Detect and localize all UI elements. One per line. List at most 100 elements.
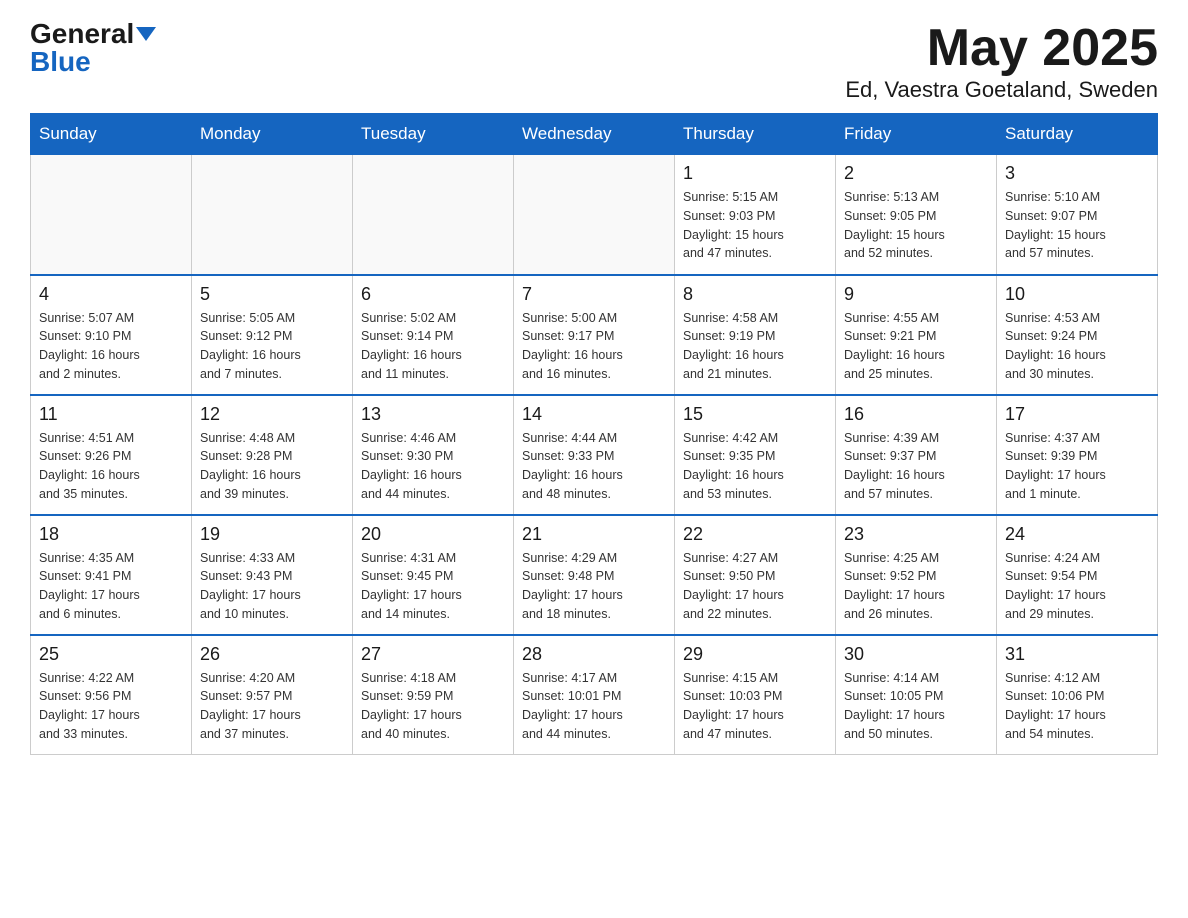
day-number: 2 (844, 163, 988, 184)
day-info: Sunrise: 4:27 AMSunset: 9:50 PMDaylight:… (683, 549, 827, 624)
calendar-week-row: 18 Sunrise: 4:35 AMSunset: 9:41 PMDayligh… (31, 515, 1158, 635)
day-info: Sunrise: 4:58 AMSunset: 9:19 PMDaylight:… (683, 309, 827, 384)
calendar-cell: 3Sunrise: 5:10 AMSunset: 9:07 PMDaylight… (997, 155, 1158, 275)
day-info: Sunrise: 4:44 AMSunset: 9:33 PMDaylight:… (522, 429, 666, 504)
calendar-cell: 4 Sunrise: 5:07 AMSunset: 9:10 PMDaylight… (31, 275, 192, 395)
day-info: Sunrise: 4:22 AMSunset: 9:56 PMDaylight:… (39, 669, 183, 744)
calendar-cell (192, 155, 353, 275)
day-number: 23 (844, 524, 988, 545)
calendar-cell: 30Sunrise: 4:14 AMSunset: 10:05 PMDaylig… (836, 635, 997, 755)
calendar-cell: 15 Sunrise: 4:42 AMSunset: 9:35 PMDayligh… (675, 395, 836, 515)
day-info: Sunrise: 4:51 AMSunset: 9:26 PMDaylight:… (39, 429, 183, 504)
calendar-cell: 12 Sunrise: 4:48 AMSunset: 9:28 PMDayligh… (192, 395, 353, 515)
day-number: 28 (522, 644, 666, 665)
day-info: Sunrise: 4:25 AMSunset: 9:52 PMDaylight:… (844, 549, 988, 624)
day-info: Sunrise: 5:05 AMSunset: 9:12 PMDaylight:… (200, 309, 344, 384)
day-number: 31 (1005, 644, 1149, 665)
calendar-cell: 6Sunrise: 5:02 AMSunset: 9:14 PMDaylight… (353, 275, 514, 395)
day-number: 18 (39, 524, 183, 545)
day-info: Sunrise: 4:31 AMSunset: 9:45 PMDaylight:… (361, 549, 505, 624)
calendar-cell: 8 Sunrise: 4:58 AMSunset: 9:19 PMDaylight… (675, 275, 836, 395)
day-number: 19 (200, 524, 344, 545)
calendar-cell: 26 Sunrise: 4:20 AMSunset: 9:57 PMDayligh… (192, 635, 353, 755)
day-info: Sunrise: 4:46 AMSunset: 9:30 PMDaylight:… (361, 429, 505, 504)
day-info: Sunrise: 4:18 AMSunset: 9:59 PMDaylight:… (361, 669, 505, 744)
weekday-header-thursday: Thursday (675, 114, 836, 155)
calendar-cell: 18 Sunrise: 4:35 AMSunset: 9:41 PMDayligh… (31, 515, 192, 635)
day-number: 21 (522, 524, 666, 545)
calendar-cell: 13Sunrise: 4:46 AMSunset: 9:30 PMDayligh… (353, 395, 514, 515)
calendar-cell: 22 Sunrise: 4:27 AMSunset: 9:50 PMDayligh… (675, 515, 836, 635)
calendar-cell: 19 Sunrise: 4:33 AMSunset: 9:43 PMDayligh… (192, 515, 353, 635)
calendar-week-row: 1 Sunrise: 5:15 AMSunset: 9:03 PMDaylight… (31, 155, 1158, 275)
weekday-header-tuesday: Tuesday (353, 114, 514, 155)
day-info: Sunrise: 5:13 AMSunset: 9:05 PMDaylight:… (844, 188, 988, 263)
day-number: 26 (200, 644, 344, 665)
calendar-cell (31, 155, 192, 275)
day-number: 15 (683, 404, 827, 425)
day-info: Sunrise: 4:55 AMSunset: 9:21 PMDaylight:… (844, 309, 988, 384)
day-number: 10 (1005, 284, 1149, 305)
calendar-cell: 7 Sunrise: 5:00 AMSunset: 9:17 PMDaylight… (514, 275, 675, 395)
day-info: Sunrise: 4:33 AMSunset: 9:43 PMDaylight:… (200, 549, 344, 624)
month-title: May 2025 (845, 20, 1158, 77)
title-section: May 2025 Ed, Vaestra Goetaland, Sweden (845, 20, 1158, 103)
day-info: Sunrise: 5:15 AMSunset: 9:03 PMDaylight:… (683, 188, 827, 263)
calendar-cell: 11Sunrise: 4:51 AMSunset: 9:26 PMDayligh… (31, 395, 192, 515)
day-info: Sunrise: 4:48 AMSunset: 9:28 PMDaylight:… (200, 429, 344, 504)
logo-blue-text: Blue (30, 48, 91, 76)
day-number: 27 (361, 644, 505, 665)
calendar-week-row: 25 Sunrise: 4:22 AMSunset: 9:56 PMDayligh… (31, 635, 1158, 755)
day-info: Sunrise: 5:00 AMSunset: 9:17 PMDaylight:… (522, 309, 666, 384)
day-number: 25 (39, 644, 183, 665)
day-info: Sunrise: 4:42 AMSunset: 9:35 PMDaylight:… (683, 429, 827, 504)
day-info: Sunrise: 5:10 AMSunset: 9:07 PMDaylight:… (1005, 188, 1149, 263)
location-text: Ed, Vaestra Goetaland, Sweden (845, 77, 1158, 103)
calendar-cell: 5Sunrise: 5:05 AMSunset: 9:12 PMDaylight… (192, 275, 353, 395)
calendar-cell: 27 Sunrise: 4:18 AMSunset: 9:59 PMDayligh… (353, 635, 514, 755)
day-info: Sunrise: 4:37 AMSunset: 9:39 PMDaylight:… (1005, 429, 1149, 504)
calendar-cell: 25 Sunrise: 4:22 AMSunset: 9:56 PMDayligh… (31, 635, 192, 755)
day-info: Sunrise: 4:20 AMSunset: 9:57 PMDaylight:… (200, 669, 344, 744)
day-number: 22 (683, 524, 827, 545)
day-number: 6 (361, 284, 505, 305)
calendar-cell (353, 155, 514, 275)
day-number: 8 (683, 284, 827, 305)
day-info: Sunrise: 4:35 AMSunset: 9:41 PMDaylight:… (39, 549, 183, 624)
day-info: Sunrise: 4:15 AMSunset: 10:03 PMDaylight… (683, 669, 827, 744)
weekday-header-monday: Monday (192, 114, 353, 155)
calendar-header-row: SundayMondayTuesdayWednesdayThursdayFrid… (31, 114, 1158, 155)
day-number: 7 (522, 284, 666, 305)
calendar-cell: 29 Sunrise: 4:15 AMSunset: 10:03 PMDaylig… (675, 635, 836, 755)
logo: General Blue (30, 20, 156, 76)
calendar-cell: 21Sunrise: 4:29 AMSunset: 9:48 PMDayligh… (514, 515, 675, 635)
day-number: 24 (1005, 524, 1149, 545)
day-number: 16 (844, 404, 988, 425)
calendar-table: SundayMondayTuesdayWednesdayThursdayFrid… (30, 113, 1158, 755)
day-number: 20 (361, 524, 505, 545)
day-number: 29 (683, 644, 827, 665)
calendar-cell: 16 Sunrise: 4:39 AMSunset: 9:37 PMDayligh… (836, 395, 997, 515)
calendar-cell (514, 155, 675, 275)
day-number: 12 (200, 404, 344, 425)
logo-triangle-icon (136, 27, 156, 41)
day-info: Sunrise: 5:07 AMSunset: 9:10 PMDaylight:… (39, 309, 183, 384)
calendar-cell: 23 Sunrise: 4:25 AMSunset: 9:52 PMDayligh… (836, 515, 997, 635)
weekday-header-friday: Friday (836, 114, 997, 155)
weekday-header-sunday: Sunday (31, 114, 192, 155)
calendar-cell: 14 Sunrise: 4:44 AMSunset: 9:33 PMDayligh… (514, 395, 675, 515)
day-number: 17 (1005, 404, 1149, 425)
day-number: 9 (844, 284, 988, 305)
page-header: General Blue May 2025 Ed, Vaestra Goetal… (30, 20, 1158, 103)
calendar-cell: 2 Sunrise: 5:13 AMSunset: 9:05 PMDaylight… (836, 155, 997, 275)
calendar-cell: 24Sunrise: 4:24 AMSunset: 9:54 PMDayligh… (997, 515, 1158, 635)
day-info: Sunrise: 4:39 AMSunset: 9:37 PMDaylight:… (844, 429, 988, 504)
day-number: 4 (39, 284, 183, 305)
calendar-cell: 10 Sunrise: 4:53 AMSunset: 9:24 PMDayligh… (997, 275, 1158, 395)
day-number: 14 (522, 404, 666, 425)
day-number: 1 (683, 163, 827, 184)
calendar-week-row: 4 Sunrise: 5:07 AMSunset: 9:10 PMDaylight… (31, 275, 1158, 395)
calendar-cell: 28Sunrise: 4:17 AMSunset: 10:01 PMDaylig… (514, 635, 675, 755)
day-info: Sunrise: 4:53 AMSunset: 9:24 PMDaylight:… (1005, 309, 1149, 384)
weekday-header-wednesday: Wednesday (514, 114, 675, 155)
